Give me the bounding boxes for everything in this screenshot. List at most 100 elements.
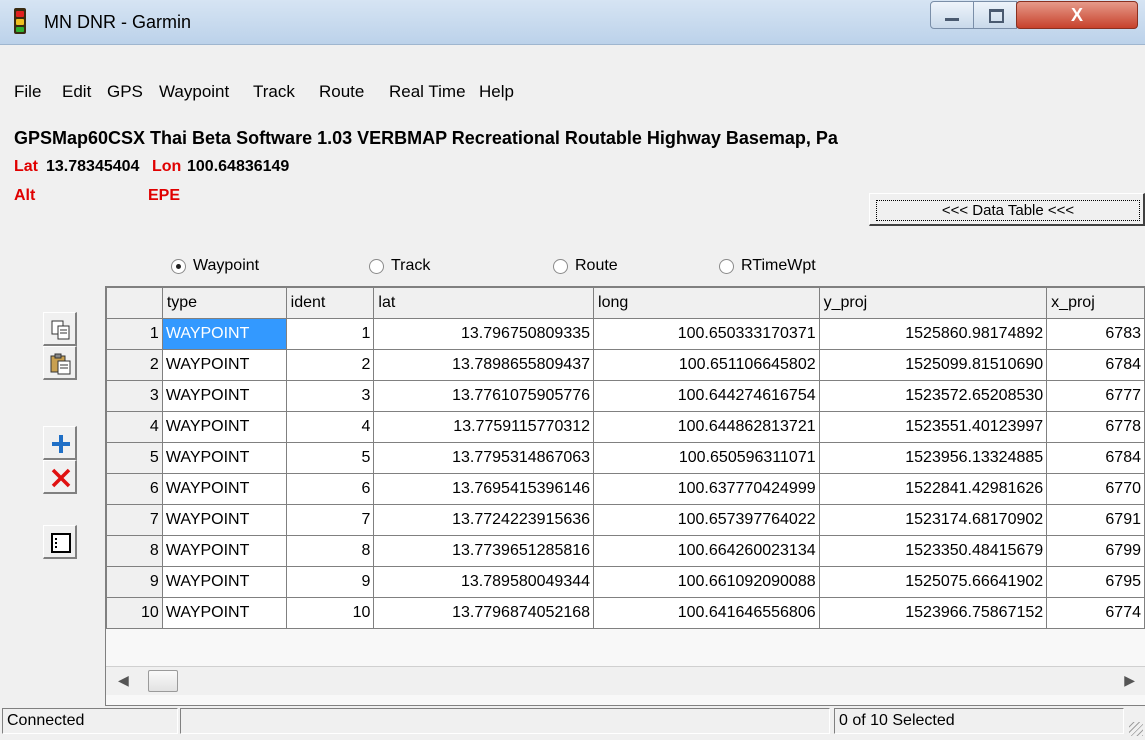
cell-type[interactable]: WAYPOINT: [161, 411, 287, 443]
row-number[interactable]: 9: [106, 566, 163, 598]
cell-y-proj[interactable]: 1525860.98174892: [818, 318, 1048, 350]
cell-long[interactable]: 100.651106645802: [593, 349, 820, 381]
resize-grip-icon[interactable]: [1129, 722, 1143, 736]
cell-long[interactable]: 100.664260023134: [593, 535, 820, 567]
cell-lat[interactable]: 13.7695415396146: [373, 473, 595, 505]
cell-x-proj[interactable]: 6784: [1046, 442, 1145, 474]
cell-type[interactable]: WAYPOINT: [161, 535, 287, 567]
cell-type[interactable]: WAYPOINT: [161, 597, 287, 629]
cell-type[interactable]: WAYPOINT: [161, 504, 287, 536]
close-button[interactable]: X: [1016, 1, 1138, 29]
cell-long[interactable]: 100.657397764022: [593, 504, 820, 536]
title-bar[interactable]: MN DNR - Garmin X: [0, 0, 1145, 45]
menu-gps[interactable]: GPS: [107, 82, 143, 102]
table-row[interactable]: 8 WAYPOINT 8 13.7739651285816 100.664260…: [106, 535, 1145, 567]
cell-x-proj[interactable]: 6795: [1046, 566, 1145, 598]
data-grid[interactable]: type ident lat long y_proj x_proj 1 WAYP…: [105, 286, 1145, 706]
cell-type[interactable]: WAYPOINT: [161, 380, 287, 412]
column-header-ident[interactable]: ident: [285, 287, 375, 319]
cell-y-proj[interactable]: 1523572.65208530: [818, 380, 1048, 412]
cell-type[interactable]: WAYPOINT: [161, 318, 287, 350]
table-row[interactable]: 1 WAYPOINT 1 13.796750809335 100.6503331…: [106, 318, 1145, 350]
copy-button[interactable]: [43, 312, 77, 346]
row-number[interactable]: 5: [106, 442, 163, 474]
row-number[interactable]: 4: [106, 411, 163, 443]
menu-waypoint[interactable]: Waypoint: [159, 82, 229, 102]
cell-ident[interactable]: 5: [285, 442, 375, 474]
scrollbar-thumb[interactable]: [148, 670, 178, 692]
cell-ident[interactable]: 1: [285, 318, 375, 350]
menu-real-time[interactable]: Real Time: [389, 82, 466, 102]
cell-x-proj[interactable]: 6774: [1046, 597, 1145, 629]
menu-route[interactable]: Route: [319, 82, 364, 102]
cell-long[interactable]: 100.641646556806: [593, 597, 820, 629]
cell-lat[interactable]: 13.7739651285816: [373, 535, 595, 567]
cell-lat[interactable]: 13.789580049344: [373, 566, 595, 598]
cell-x-proj[interactable]: 6777: [1046, 380, 1145, 412]
cell-lat[interactable]: 13.7796874052168: [373, 597, 595, 629]
cell-y-proj[interactable]: 1523966.75867152: [818, 597, 1048, 629]
cell-ident[interactable]: 7: [285, 504, 375, 536]
cell-long[interactable]: 100.661092090088: [593, 566, 820, 598]
row-number[interactable]: 8: [106, 535, 163, 567]
cell-x-proj[interactable]: 6791: [1046, 504, 1145, 536]
table-row[interactable]: 10 WAYPOINT 10 13.7796874052168 100.6416…: [106, 597, 1145, 629]
scroll-right-icon[interactable]: ▶: [1124, 672, 1135, 689]
menu-help[interactable]: Help: [479, 82, 514, 102]
menu-edit[interactable]: Edit: [62, 82, 91, 102]
column-header-y-proj[interactable]: y_proj: [818, 287, 1048, 319]
cell-y-proj[interactable]: 1525075.66641902: [818, 566, 1048, 598]
cell-ident[interactable]: 3: [285, 380, 375, 412]
cell-type[interactable]: WAYPOINT: [161, 566, 287, 598]
table-row[interactable]: 2 WAYPOINT 2 13.7898655809437 100.651106…: [106, 349, 1145, 381]
cell-long[interactable]: 100.637770424999: [593, 473, 820, 505]
maximize-button[interactable]: [973, 1, 1017, 29]
menu-track[interactable]: Track: [253, 82, 295, 102]
cell-x-proj[interactable]: 6799: [1046, 535, 1145, 567]
paste-button[interactable]: [43, 346, 77, 380]
cell-lat[interactable]: 13.7759115770312: [373, 411, 595, 443]
cell-ident[interactable]: 8: [285, 535, 375, 567]
table-row[interactable]: 6 WAYPOINT 6 13.7695415396146 100.637770…: [106, 473, 1145, 505]
column-header-type[interactable]: type: [161, 287, 287, 319]
cell-ident[interactable]: 9: [285, 566, 375, 598]
row-number[interactable]: 2: [106, 349, 163, 381]
cell-x-proj[interactable]: 6770: [1046, 473, 1145, 505]
cell-ident[interactable]: 10: [285, 597, 375, 629]
cell-y-proj[interactable]: 1523350.48415679: [818, 535, 1048, 567]
cell-type[interactable]: WAYPOINT: [161, 442, 287, 474]
cell-lat[interactable]: 13.7761075905776: [373, 380, 595, 412]
cell-x-proj[interactable]: 6783: [1046, 318, 1145, 350]
cell-long[interactable]: 100.644274616754: [593, 380, 820, 412]
cell-long[interactable]: 100.644862813721: [593, 411, 820, 443]
menu-file[interactable]: File: [14, 82, 41, 102]
delete-button[interactable]: [43, 460, 77, 494]
cell-x-proj[interactable]: 6784: [1046, 349, 1145, 381]
table-row[interactable]: 7 WAYPOINT 7 13.7724223915636 100.657397…: [106, 504, 1145, 536]
cell-y-proj[interactable]: 1523551.40123997: [818, 411, 1048, 443]
cell-ident[interactable]: 2: [285, 349, 375, 381]
cell-type[interactable]: WAYPOINT: [161, 473, 287, 505]
properties-button[interactable]: [43, 525, 77, 559]
cell-lat[interactable]: 13.7795314867063: [373, 442, 595, 474]
cell-y-proj[interactable]: 1522841.42981626: [818, 473, 1048, 505]
cell-ident[interactable]: 4: [285, 411, 375, 443]
cell-lat[interactable]: 13.796750809335: [373, 318, 595, 350]
cell-type[interactable]: WAYPOINT: [161, 349, 287, 381]
row-number[interactable]: 10: [106, 597, 163, 629]
table-row[interactable]: 5 WAYPOINT 5 13.7795314867063 100.650596…: [106, 442, 1145, 474]
column-header-long[interactable]: long: [593, 287, 820, 319]
minimize-button[interactable]: [930, 1, 974, 29]
table-row[interactable]: 9 WAYPOINT 9 13.789580049344 100.6610920…: [106, 566, 1145, 598]
cell-long[interactable]: 100.650596311071: [593, 442, 820, 474]
horizontal-scrollbar[interactable]: ◀ ▶: [106, 666, 1145, 695]
add-button[interactable]: [43, 426, 77, 460]
row-number[interactable]: 7: [106, 504, 163, 536]
data-table-button[interactable]: <<< Data Table <<<: [869, 193, 1145, 226]
cell-long[interactable]: 100.650333170371: [593, 318, 820, 350]
cell-y-proj[interactable]: 1525099.81510690: [818, 349, 1048, 381]
cell-lat[interactable]: 13.7898655809437: [373, 349, 595, 381]
cell-lat[interactable]: 13.7724223915636: [373, 504, 595, 536]
column-header-x-proj[interactable]: x_proj: [1046, 287, 1145, 319]
table-row[interactable]: 4 WAYPOINT 4 13.7759115770312 100.644862…: [106, 411, 1145, 443]
